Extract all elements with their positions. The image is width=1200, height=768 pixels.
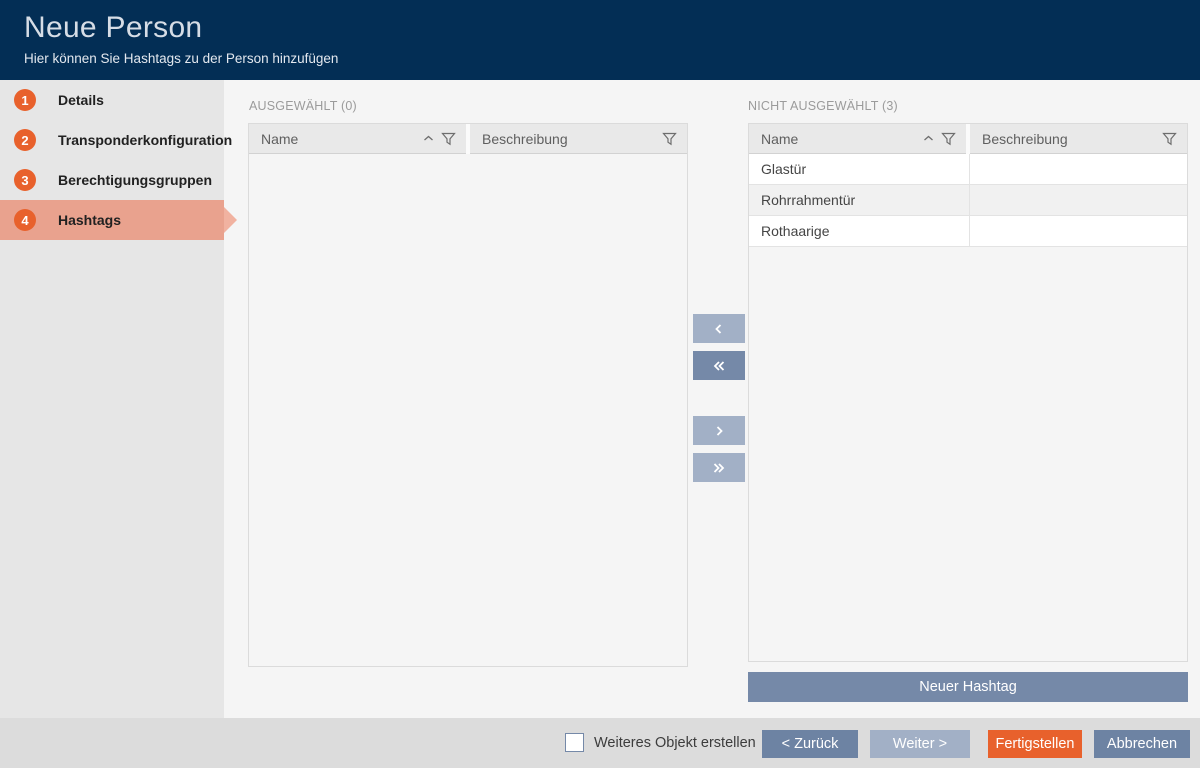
chevron-left-icon <box>713 323 725 335</box>
unselected-panel-title: NICHT AUSGEWÄHLT (3) <box>748 99 898 113</box>
filter-icon[interactable] <box>1162 132 1177 146</box>
new-hashtag-button[interactable]: Neuer Hashtag <box>748 672 1188 702</box>
row-description-cell <box>970 154 1187 184</box>
move-all-left-button[interactable] <box>693 351 745 380</box>
create-another-object-label: Weiteres Objekt erstellen <box>594 735 756 751</box>
step-berechtigungsgruppen[interactable]: 3 Berechtigungsgruppen <box>0 160 224 200</box>
page-subtitle: Hier können Sie Hashtags zu der Person h… <box>24 51 338 66</box>
row-description-cell <box>970 216 1187 246</box>
move-selected-right-button[interactable] <box>693 416 745 445</box>
move-selected-left-button[interactable] <box>693 314 745 343</box>
column-header-label: Name <box>761 131 798 147</box>
chevron-double-right-icon <box>711 462 727 474</box>
row-name-cell: Glastür <box>749 154 970 184</box>
sort-ascending-icon[interactable] <box>423 135 434 142</box>
column-header-description[interactable]: Beschreibung <box>970 124 1187 154</box>
sort-ascending-icon[interactable] <box>923 135 934 142</box>
step-number-badge: 4 <box>14 209 36 231</box>
table-header: Name Beschreibung <box>749 124 1187 154</box>
wizard-header: Neue Person Hier können Sie Hashtags zu … <box>0 0 1200 80</box>
table-row[interactable]: Glastür <box>749 154 1187 185</box>
cancel-button[interactable]: Abbrechen <box>1094 730 1190 758</box>
column-header-name[interactable]: Name <box>749 124 966 154</box>
wizard-steps-sidebar: 1 Details 2 Transponderkonfiguration 3 B… <box>0 80 224 718</box>
create-another-object-checkbox[interactable] <box>565 733 584 752</box>
row-name-cell: Rothaarige <box>749 216 970 246</box>
unselected-hashtags-table: Name Beschreibung GlastürRohrrahmentürRo… <box>748 123 1188 662</box>
table-header: Name Beschreibung <box>249 124 687 154</box>
page-title: Neue Person <box>24 11 202 45</box>
next-button[interactable]: Weiter > <box>870 730 970 758</box>
column-header-label: Beschreibung <box>982 131 1068 147</box>
step-details[interactable]: 1 Details <box>0 80 224 120</box>
move-all-right-button[interactable] <box>693 453 745 482</box>
unselected-table-body: GlastürRohrrahmentürRothaarige <box>749 154 1187 247</box>
column-header-label: Beschreibung <box>482 131 568 147</box>
step-number-badge: 2 <box>14 129 36 151</box>
finish-button[interactable]: Fertigstellen <box>988 730 1082 758</box>
selected-panel-title: AUSGEWÄHLT (0) <box>249 99 357 113</box>
column-header-label: Name <box>261 131 298 147</box>
column-header-description[interactable]: Beschreibung <box>470 124 687 154</box>
back-button[interactable]: < Zurück <box>762 730 858 758</box>
table-row[interactable]: Rohrrahmentür <box>749 185 1187 216</box>
selected-hashtags-table: Name Beschreibung <box>248 123 688 667</box>
filter-icon[interactable] <box>941 132 956 146</box>
table-row[interactable]: Rothaarige <box>749 216 1187 247</box>
step-hashtags-active[interactable]: 4 Hashtags <box>0 200 224 240</box>
chevron-double-left-icon <box>711 360 727 372</box>
filter-icon[interactable] <box>441 132 456 146</box>
row-name-cell: Rohrrahmentür <box>749 185 970 215</box>
chevron-right-icon <box>713 425 725 437</box>
filter-icon[interactable] <box>662 132 677 146</box>
step-transponderkonfiguration[interactable]: 2 Transponderkonfiguration <box>0 120 224 160</box>
step-number-badge: 3 <box>14 169 36 191</box>
column-header-name[interactable]: Name <box>249 124 466 154</box>
row-description-cell <box>970 185 1187 215</box>
step-number-badge: 1 <box>14 89 36 111</box>
